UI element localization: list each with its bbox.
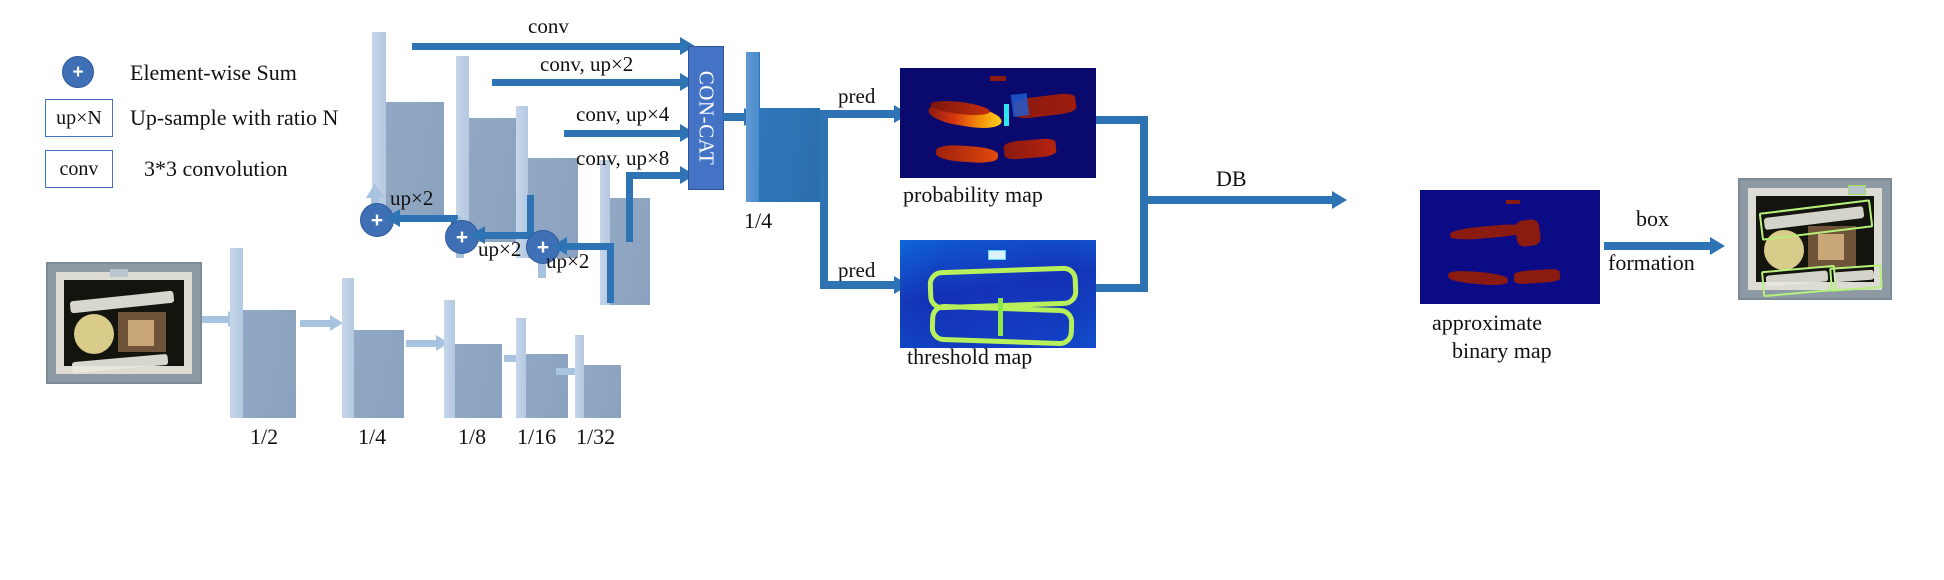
conv-label-2: conv, up×2: [540, 52, 634, 76]
conv-label-4: conv, up×8: [576, 146, 670, 170]
upsample-link-1-h: [400, 215, 458, 222]
legend-conv-symbol: conv: [59, 157, 99, 180]
threshold-map-image: [900, 240, 1096, 348]
binary-map-label-line2: binary map: [1452, 338, 1552, 363]
pred-arrow-top: [820, 110, 896, 118]
backbone-slab-1-32: [575, 335, 621, 418]
db-merge-riser: [1140, 116, 1148, 292]
upsample-label-1: up×2: [390, 186, 434, 210]
legend-sum-symbol: +: [72, 61, 84, 83]
box-formation-arrow: [1604, 242, 1712, 250]
upsample-box-icon: up×N: [45, 99, 113, 137]
fused-feature-slab: [746, 52, 820, 202]
upsample-link-3-v: [607, 243, 614, 303]
fused-scale-label: 1/4: [744, 208, 773, 233]
legend-label-conv: 3*3 convolution: [144, 156, 288, 181]
binary-map-label-line1: approximate: [1432, 310, 1542, 335]
legend-label-upsample: Up-sample with ratio N: [130, 105, 339, 130]
backbone-slab-1-4: [342, 278, 404, 418]
scale-label-1-8-backbone: 1/8: [458, 424, 487, 449]
conv-arrow-2: [492, 79, 680, 86]
arrow-backbone-2: [406, 340, 436, 347]
conv-arrow-1: [412, 43, 680, 50]
upsample-arrow-1-head: [366, 183, 384, 198]
pred-label-bottom: pred: [838, 258, 876, 282]
backbone-slab-1-8: [444, 300, 502, 418]
legend: + Element-wise Sum up×N Up-sample with r…: [44, 52, 374, 192]
conv-arrow-3: [564, 130, 680, 137]
upsample-link-1-head: [385, 209, 400, 227]
legend-label-sum: Element-wise Sum: [130, 60, 297, 85]
scale-label-1-32-backbone: 1/32: [576, 424, 616, 449]
db-label: DB: [1216, 166, 1247, 191]
threshold-map-label: threshold map: [907, 344, 1033, 369]
conv-arrow-4-riser: [626, 172, 633, 242]
sum-node-1-symbol: +: [370, 208, 384, 232]
conv-box-icon: conv: [45, 150, 113, 188]
scale-label-1-4-backbone: 1/4: [358, 424, 387, 449]
input-image: [46, 262, 202, 384]
approximate-binary-map-image: [1420, 190, 1600, 304]
sum-node-2-symbol: +: [455, 225, 469, 249]
scale-label-1-16-backbone: 1/16: [517, 424, 557, 449]
probability-map-image: [900, 68, 1096, 178]
upsample-link-3-head: [552, 237, 567, 255]
box-formation-arrow-head: [1710, 237, 1725, 255]
output-image: [1738, 178, 1892, 300]
pred-label-top: pred: [838, 84, 876, 108]
pred-branch-riser: [820, 110, 828, 288]
conv-label-3: conv, up×4: [576, 102, 670, 126]
probability-map-label: probability map: [903, 182, 1043, 207]
concat-block[interactable]: CON-CAT: [688, 46, 724, 190]
conv-label-1: conv: [528, 14, 569, 38]
concat-label: CON-CAT: [694, 70, 719, 166]
box-formation-label-line2: formation: [1608, 250, 1695, 275]
arrow-input-to-backbone: [202, 316, 228, 323]
backbone-slab-1-2: [230, 248, 296, 418]
conv-arrow-4: [626, 172, 680, 179]
db-arrow: [1140, 196, 1334, 204]
scale-label-1-2: 1/2: [250, 424, 279, 449]
pred-arrow-bottom: [820, 281, 896, 289]
box-formation-label-line1: box: [1636, 206, 1669, 231]
plus-circle-icon: +: [62, 56, 94, 88]
upsample-link-2-head: [470, 226, 485, 244]
db-arrow-head: [1332, 191, 1347, 209]
legend-upsample-symbol: up×N: [56, 106, 102, 129]
arrow-concat-to-fused: [722, 113, 746, 121]
arrow-backbone-1: [300, 320, 330, 327]
